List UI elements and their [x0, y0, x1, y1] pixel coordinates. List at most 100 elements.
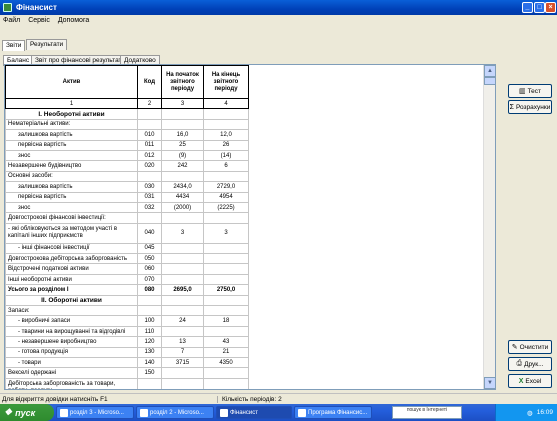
excel-button[interactable]: X Excel [508, 374, 552, 388]
cell-begin[interactable] [161, 367, 204, 379]
table-row[interactable]: Незавершене будівництво 020 242 6 [5, 160, 249, 172]
cell-end[interactable] [203, 367, 249, 379]
cell-begin[interactable] [161, 253, 204, 265]
cell-begin[interactable]: (2000) [161, 201, 204, 214]
table-row[interactable]: Нематеріальні активи: [5, 118, 249, 131]
calculate-button[interactable]: Σ Розрахунки [508, 100, 552, 114]
cell-begin[interactable] [161, 170, 204, 183]
cell-begin[interactable] [161, 242, 204, 255]
cell-code[interactable]: 120 [137, 336, 162, 348]
table-row[interactable]: залишкова вартість 030 2434,0 2729,0 [5, 181, 249, 193]
header-asset[interactable]: Актив [5, 65, 138, 99]
start-button[interactable]: ❖ пуск [0, 404, 54, 421]
taskbar-item-word-3[interactable]: розділ 3 - Microso... [56, 406, 134, 419]
table-row[interactable]: первісна вартість 011 25 26 [5, 139, 249, 151]
table-row[interactable]: - товари 140 3715 4350 [5, 356, 249, 369]
table-row[interactable]: - тварини на вирощуванні та відгодівлі 11… [5, 325, 249, 338]
cell-end[interactable]: 3 [203, 222, 249, 244]
cell-begin[interactable]: 16,0 [161, 129, 204, 141]
cell-begin[interactable]: 3715 [161, 356, 204, 369]
cell-end[interactable]: 12,0 [203, 129, 249, 141]
search-box[interactable]: пошук в Інтернеті [392, 406, 462, 419]
taskbar-item-program[interactable]: Програма Фінансис... [294, 406, 372, 419]
table-row[interactable]: Запаси: [5, 305, 249, 317]
cell-begin[interactable]: 24 [161, 315, 204, 327]
minimize-button[interactable]: _ [522, 2, 533, 13]
cell-end[interactable] [203, 273, 249, 286]
scroll-up-icon[interactable]: ▲ [484, 65, 496, 77]
cell-end[interactable]: 2750,0 [203, 284, 249, 296]
cell-begin[interactable] [161, 294, 204, 307]
cell-end[interactable]: 4954 [203, 191, 249, 203]
cell-end[interactable]: (14) [203, 149, 249, 162]
vertical-scrollbar[interactable]: ▲ ▼ [483, 65, 496, 389]
table-row[interactable]: Дебіторська заборгованість за товари, ро… [5, 377, 249, 389]
cell-code[interactable]: 080 [137, 284, 162, 296]
cell-code[interactable]: 020 [137, 160, 162, 172]
cell-code[interactable] [137, 118, 162, 131]
menu-file[interactable]: Файл [3, 17, 20, 24]
table-row[interactable]: - готова продукція 130 7 21 [5, 346, 249, 359]
cell-code[interactable]: 045 [137, 242, 162, 255]
cell-code[interactable]: 010 [137, 129, 162, 141]
table-row[interactable]: Довгострокові фінансові інвестиції: [5, 212, 249, 224]
cell-end[interactable]: 18 [203, 315, 249, 327]
cell-begin[interactable] [161, 377, 204, 389]
header-end[interactable]: На кінець звітного періоду [203, 65, 249, 99]
cell-begin[interactable] [161, 273, 204, 286]
cell-code[interactable]: 140 [137, 356, 162, 369]
cell-begin[interactable]: 2695,0 [161, 284, 204, 296]
table-row[interactable]: знос 032 (2000) (2225) [5, 201, 249, 214]
table-row[interactable]: Усього за розділом І 080 2695,0 2750,0 [5, 284, 249, 296]
cell-begin[interactable] [161, 108, 204, 120]
cell-code[interactable] [137, 305, 162, 317]
table-row[interactable]: Довгострокова дебіторська заборгованість… [5, 253, 249, 265]
cell-end[interactable] [203, 242, 249, 255]
cell-code[interactable]: 032 [137, 201, 162, 214]
cell-end[interactable]: 26 [203, 139, 249, 151]
table-row[interactable]: первісна вартість 031 4434 4954 [5, 191, 249, 203]
cell-end[interactable]: 2729,0 [203, 181, 249, 193]
table-row[interactable]: Інші необоротні активи 070 [5, 273, 249, 286]
close-button[interactable]: × [545, 2, 556, 13]
cell-end[interactable] [203, 212, 249, 224]
cell-begin[interactable]: 2434,0 [161, 181, 204, 193]
cell-begin[interactable]: 25 [161, 139, 204, 151]
cell-begin[interactable]: 3 [161, 222, 204, 244]
cell-code[interactable]: 110 [137, 325, 162, 338]
table-row[interactable]: Основні засоби: [5, 170, 249, 183]
header-code[interactable]: Код [137, 65, 162, 99]
cell-end[interactable]: 4350 [203, 356, 249, 369]
cell-code[interactable]: 030 [137, 181, 162, 193]
cell-begin[interactable] [161, 305, 204, 317]
scroll-thumb[interactable] [484, 77, 496, 85]
table-row[interactable]: Векселі одержані 150 [5, 367, 249, 379]
cell-code[interactable]: 031 [137, 191, 162, 203]
cell-code[interactable]: 070 [137, 273, 162, 286]
cell-end[interactable] [203, 253, 249, 265]
cell-code[interactable] [137, 377, 162, 389]
table-row[interactable]: ІІ. Оборотні активи [5, 294, 249, 307]
balance-grid[interactable]: Актив Код На початок звітного періоду На… [4, 64, 496, 390]
print-button[interactable]: ⎙ Друк... [508, 357, 552, 371]
tab-results[interactable]: Результати [26, 39, 68, 50]
table-row[interactable]: - які обліковуються за методом участі в … [5, 222, 249, 244]
cell-code[interactable] [137, 108, 162, 120]
cell-code[interactable] [137, 170, 162, 183]
cell-begin[interactable] [161, 263, 204, 275]
taskbar-item-word-2[interactable]: розділ 2 - Microso... [136, 406, 214, 419]
cell-begin[interactable]: 7 [161, 346, 204, 359]
cell-code[interactable]: 050 [137, 253, 162, 265]
test-button[interactable]: ▥ Тест [508, 84, 552, 98]
cell-code[interactable]: 060 [137, 263, 162, 275]
cell-end[interactable]: 43 [203, 336, 249, 348]
cell-end[interactable] [203, 377, 249, 389]
cell-end[interactable] [203, 294, 249, 307]
table-row[interactable]: - інші фінансові інвестиції 045 [5, 242, 249, 255]
cell-begin[interactable]: 4434 [161, 191, 204, 203]
cell-end[interactable] [203, 118, 249, 131]
tab-reports[interactable]: Звіти [2, 40, 26, 51]
cell-begin[interactable]: 242 [161, 160, 204, 172]
table-row[interactable]: залишкова вартість 010 16,0 12,0 [5, 129, 249, 141]
table-row[interactable]: - виробничі запаси 100 24 18 [5, 315, 249, 327]
